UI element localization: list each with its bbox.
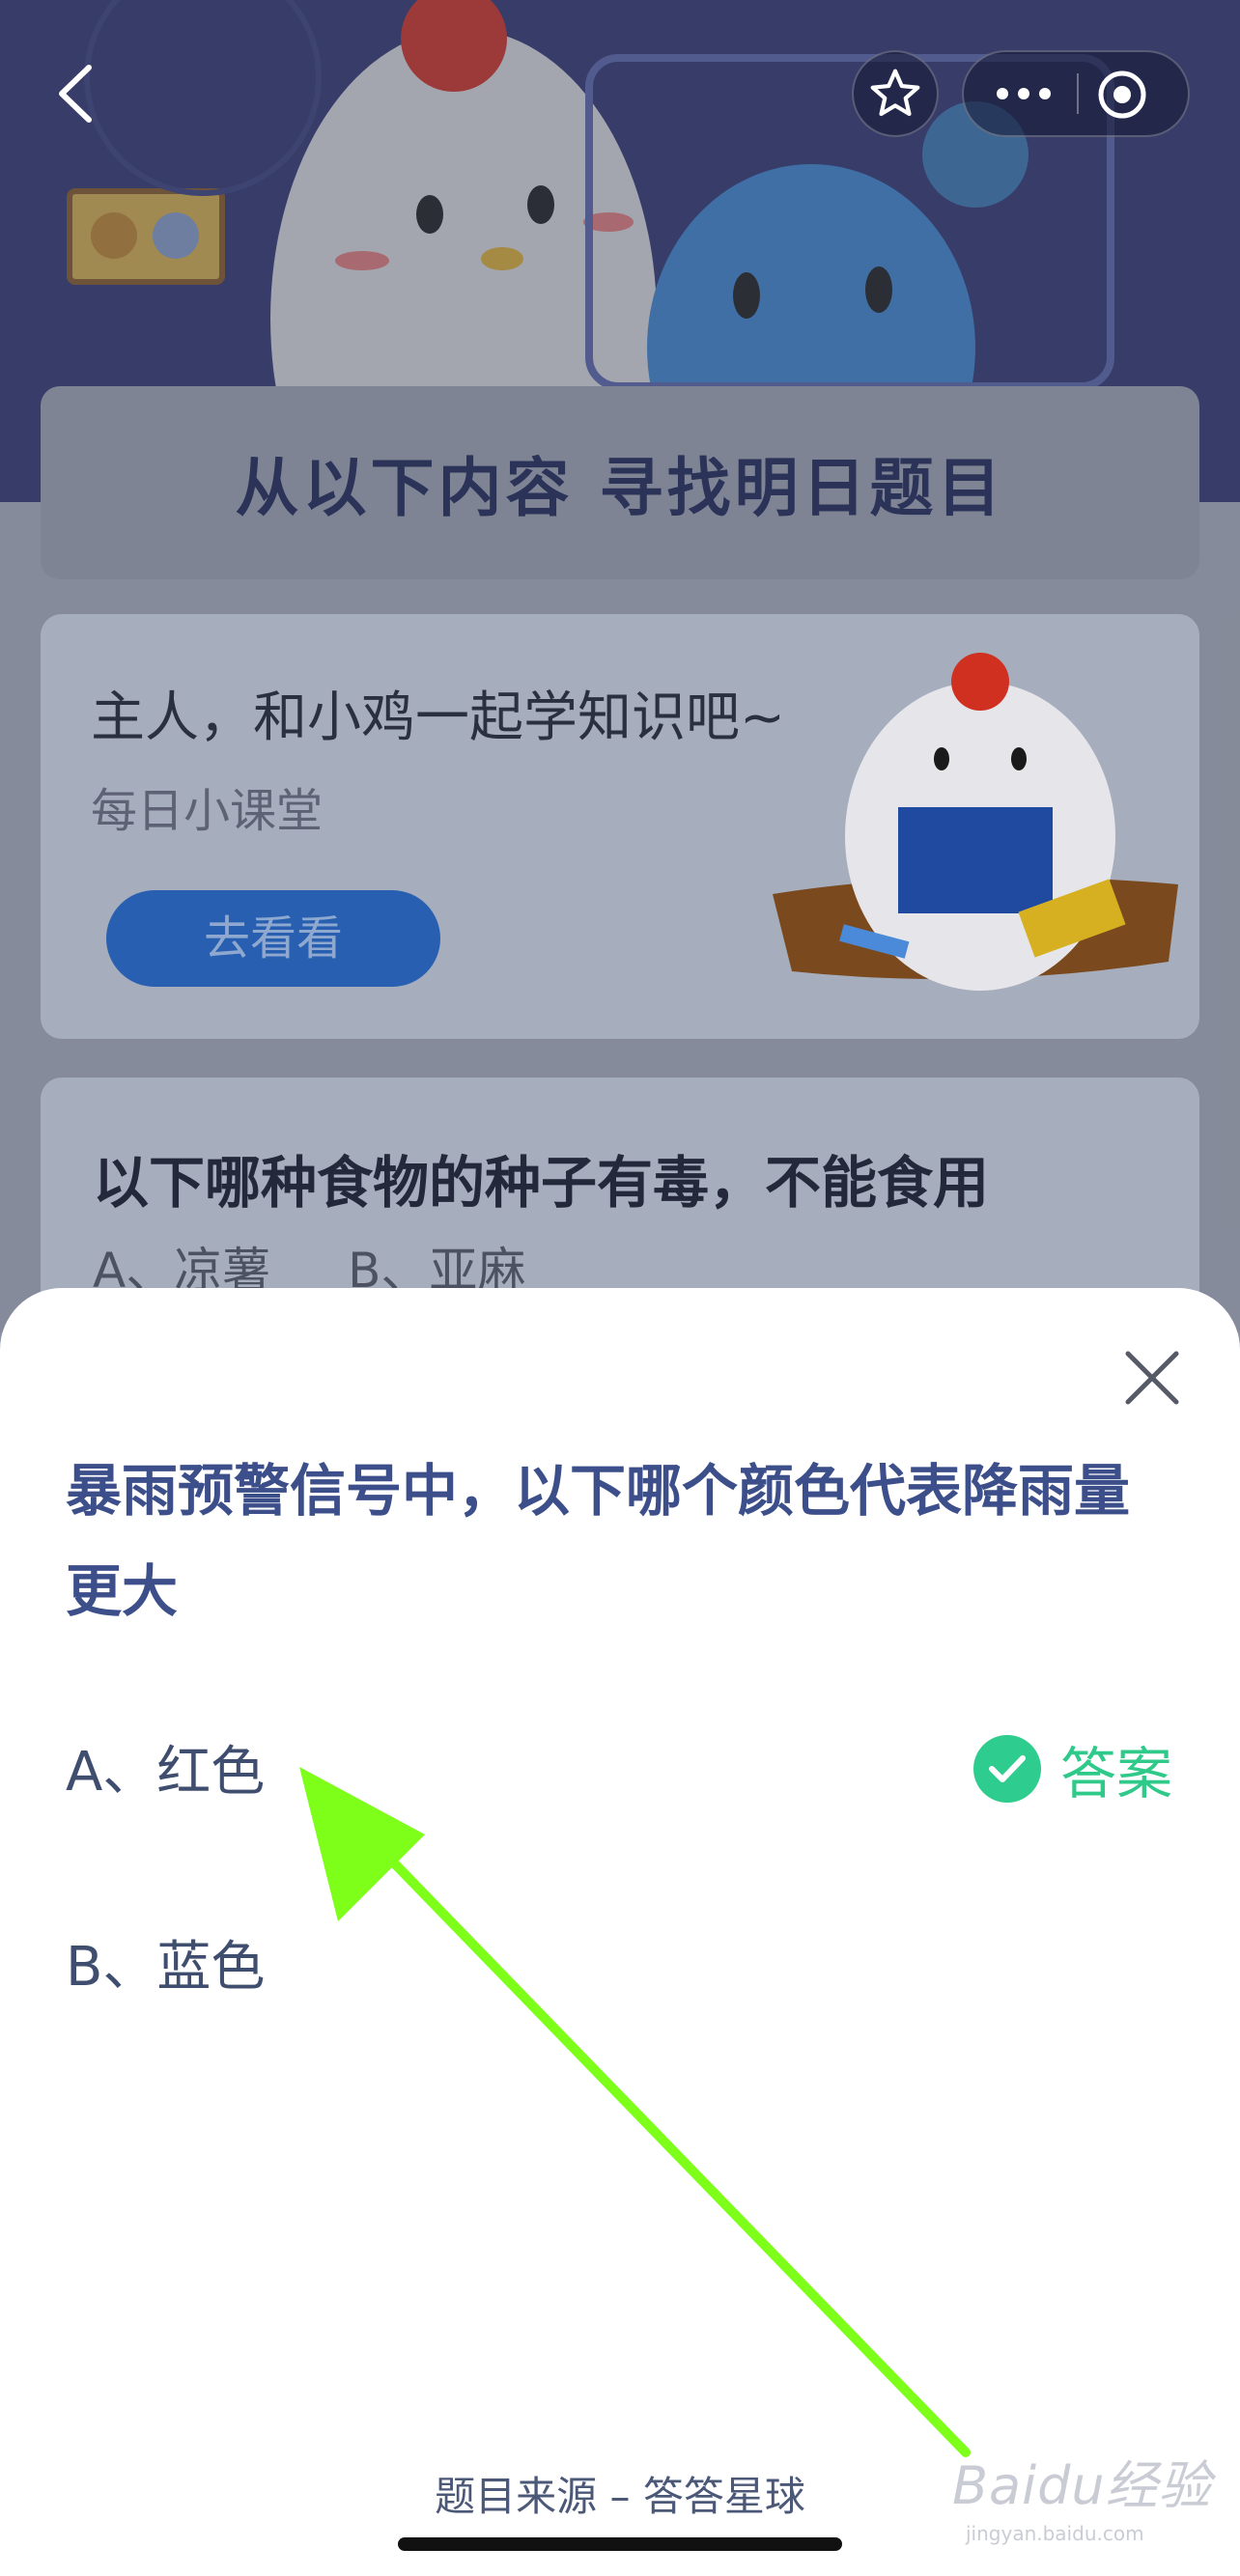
- star-icon: [870, 69, 920, 117]
- lesson-card-title: 主人，和小鸡一起学知识吧~: [91, 686, 785, 749]
- target-icon: [1098, 70, 1146, 119]
- option-b[interactable]: B、蓝色: [66, 1923, 265, 2002]
- sheet-question: 暴雨预警信号中，以下哪个颜色代表降雨量更大: [66, 1458, 1131, 1624]
- watermark-brand: Baidu经验: [952, 2455, 1212, 2516]
- lesson-card-subtitle: 每日小课堂: [91, 784, 324, 838]
- close-icon: [1125, 1351, 1179, 1405]
- more-icon: [997, 88, 1051, 99]
- more-button[interactable]: [989, 70, 1058, 118]
- option-a[interactable]: A、红色: [66, 1728, 265, 1806]
- answer-badge: 答案: [973, 1734, 1172, 1806]
- answer-label: 答案: [1060, 1741, 1173, 1806]
- watermark-url: jingyan.baidu.com: [966, 2522, 1144, 2545]
- back-button[interactable]: [50, 60, 104, 127]
- check-icon: [973, 1735, 1041, 1803]
- close-button[interactable]: [1122, 1348, 1182, 1408]
- capsule-divider: [1077, 73, 1079, 114]
- question-card-title: 以下哪种食物的种子有毒，不能食用: [93, 1150, 990, 1216]
- favorite-button[interactable]: [852, 50, 939, 137]
- miniprogram-capsule: [962, 50, 1190, 137]
- home-indicator: [398, 2537, 842, 2551]
- back-icon: [59, 65, 92, 123]
- reading-chick-illustration: [773, 653, 1178, 991]
- exit-button[interactable]: [1095, 68, 1149, 122]
- banner-title: 从以下内容 寻找明日题目: [235, 451, 1005, 525]
- go-see-button[interactable]: 去看看: [106, 890, 440, 987]
